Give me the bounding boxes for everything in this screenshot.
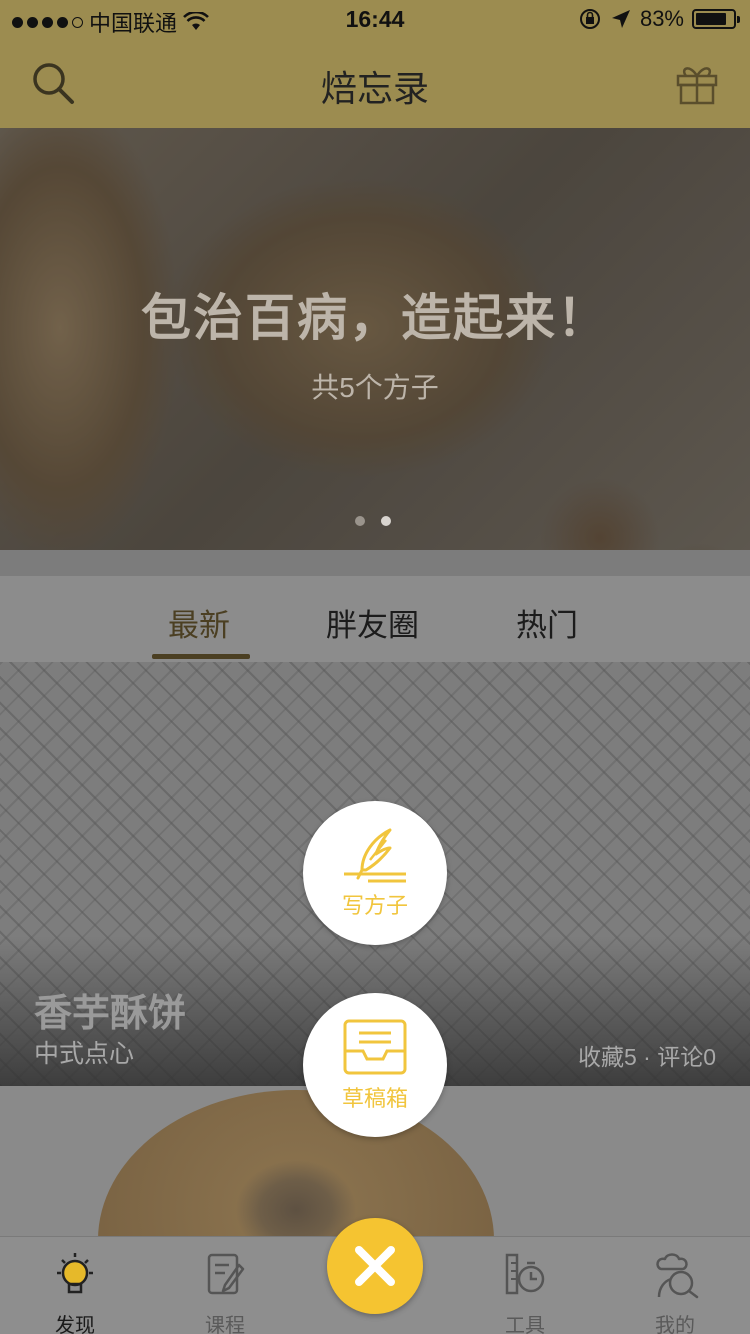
feed-tabs: 最新 胖友圈 热门 (0, 576, 750, 662)
location-arrow-icon (611, 10, 630, 28)
write-recipe-button[interactable]: 写方子 (303, 801, 447, 945)
tabbar-label: 我的 (655, 1315, 695, 1334)
notebook-pen-icon (207, 1253, 245, 1295)
recipe-image (98, 1090, 494, 1240)
inbox-tray-icon (343, 1019, 407, 1075)
battery-percent: 83% (639, 6, 684, 31)
tab-latest[interactable]: 最新 (168, 600, 230, 645)
tab-hot[interactable]: 热门 (516, 600, 578, 645)
write-recipe-label: 写方子 (341, 893, 408, 918)
page-title: 焙忘录 (320, 68, 429, 109)
banner-carousel[interactable]: 包治百病，造起来！ 共5个方子 (0, 128, 750, 550)
close-menu-button[interactable] (327, 1218, 423, 1314)
tabbar-label: 发现 (55, 1315, 95, 1334)
recipe-stats: 收藏5 · 评论0 (577, 1044, 716, 1070)
chef-avatar-icon (656, 1253, 699, 1299)
recipe-title: 香芋酥饼 (34, 993, 187, 1035)
status-right: 83% (578, 6, 740, 32)
tabbar-discover[interactable]: 发现 (0, 1237, 150, 1334)
close-icon (355, 1246, 395, 1286)
tabbar-courses[interactable]: 课程 (150, 1237, 300, 1334)
banner-title: 包治百病，造起来！ (141, 290, 609, 346)
tabbar-profile[interactable]: 我的 (600, 1237, 750, 1334)
status-bar: 中国联通 16:44 83% (0, 0, 750, 40)
tabbar-label: 课程 (205, 1315, 245, 1334)
gift-icon[interactable] (674, 60, 720, 106)
tabbar-label: 工具 (505, 1315, 545, 1334)
tabbar-tools[interactable]: 工具 (450, 1237, 600, 1334)
battery-level (696, 13, 726, 25)
recipe-category: 中式点心 (34, 1040, 135, 1068)
drafts-label: 草稿箱 (341, 1086, 408, 1111)
page-dot[interactable] (355, 516, 365, 526)
page-dot-active[interactable] (381, 516, 391, 526)
tab-friends[interactable]: 胖友圈 (326, 600, 419, 645)
carousel-page-indicator[interactable] (355, 516, 391, 526)
section-divider (0, 550, 750, 576)
tab-active-indicator (152, 654, 250, 659)
quill-icon (344, 828, 406, 883)
timer-ruler-icon (505, 1253, 545, 1295)
orientation-lock-icon (579, 9, 600, 29)
battery-icon (692, 9, 740, 29)
top-bar: 中国联通 16:44 83% 焙忘录 (0, 0, 750, 128)
banner-subtitle: 共5个方子 (311, 372, 439, 403)
drafts-button[interactable]: 草稿箱 (303, 993, 447, 1137)
lightbulb-icon (57, 1253, 93, 1294)
